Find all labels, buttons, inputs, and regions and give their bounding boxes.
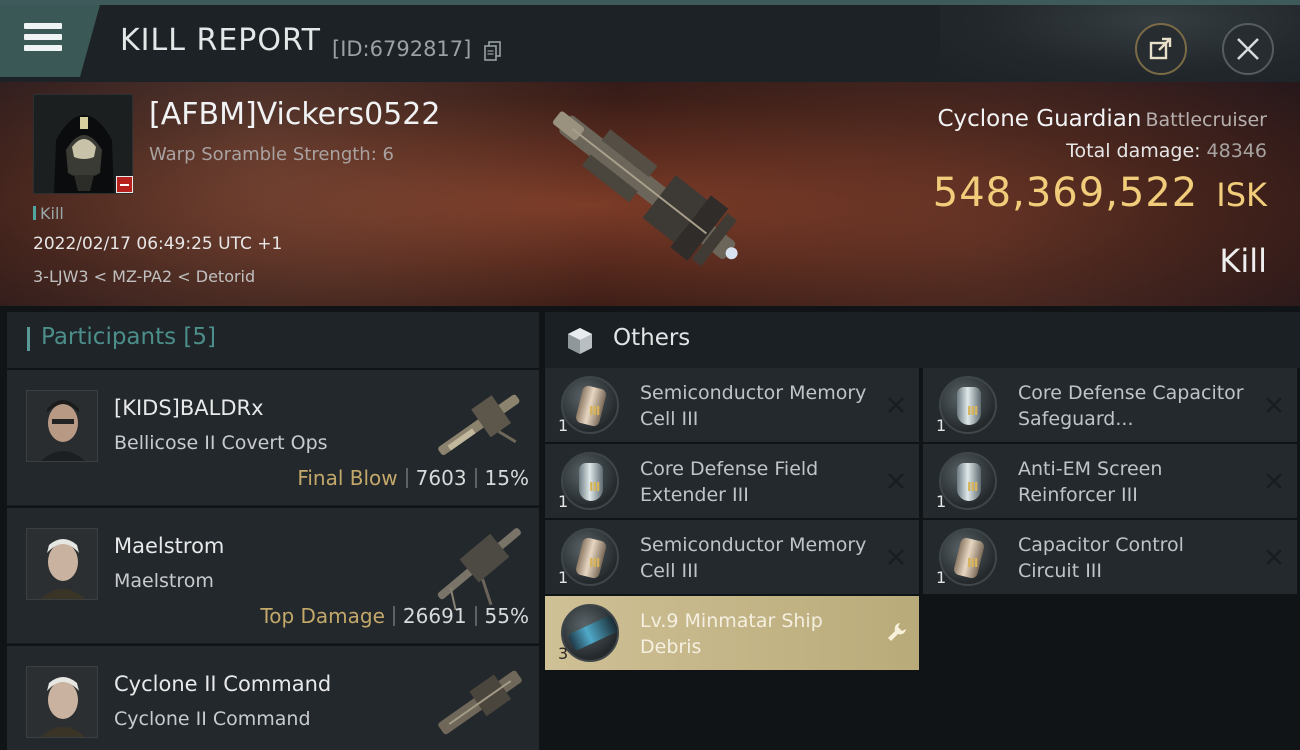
share-button[interactable] (1135, 23, 1187, 75)
participants-panel: Participants [5] [KIDS]BALDRx Bellicose … (7, 312, 539, 750)
total-damage-value: 48346 (1206, 140, 1267, 162)
item-name: Semiconductor Memory Cell III (640, 534, 867, 582)
participant-damage: 26691 (402, 604, 467, 628)
victim-banner: [AFBM]Vickers0522 Warp Soramble Strength… (0, 82, 1300, 306)
wrench-icon (888, 623, 906, 641)
victim-name[interactable]: [AFBM]Vickers0522 (149, 97, 440, 132)
participant-row[interactable]: Maelstrom Maelstrom Top Damage 26691 55% (7, 508, 539, 644)
item-name: Capacitor Control Circuit III (1018, 534, 1184, 582)
item-quantity: 1 (936, 416, 947, 435)
dropped-item[interactable]: III 1 Semiconductor Memory Cell III (545, 520, 919, 594)
item-quantity: 1 (558, 416, 569, 435)
victim-ship-line: Cyclone Guardian Battlecruiser (937, 106, 1267, 132)
total-damage-label: Total damage: (1066, 140, 1201, 162)
item-quantity: 1 (558, 492, 569, 511)
ship-debris-icon (561, 604, 619, 662)
participants-header: Participants [5] (7, 312, 539, 368)
hamburger-menu-icon[interactable] (24, 23, 64, 55)
participant-name[interactable]: [KIDS]BALDRx (114, 396, 264, 420)
item-tier: III (967, 480, 978, 494)
item-name: Semiconductor Memory Cell III (640, 382, 867, 430)
final-blow-tag: Final Blow (297, 466, 398, 490)
warp-scramble-strength: Warp Soramble Strength: 6 (149, 144, 394, 165)
kill-result: Kill (1219, 242, 1267, 280)
participant-percent: 55% (484, 604, 529, 628)
participant-ship: Cyclone II Command (114, 708, 311, 730)
dropped-item[interactable]: III 1 Capacitor Control Circuit III (923, 520, 1297, 594)
kill-datetime: 2022/02/17 06:49:25 UTC +1 (33, 234, 283, 254)
isk-unit: ISK (1216, 176, 1267, 214)
item-quantity: 3 (558, 644, 569, 663)
page-title: KILL REPORT (120, 23, 321, 58)
others-label: Others (613, 325, 691, 351)
isk-amount: 548,369,522 (932, 170, 1199, 216)
kill-location[interactable]: 3-LJW3 < MZ-PA2 < Detorid (33, 267, 255, 286)
dropped-item[interactable]: III 1 Semiconductor Memory Cell III (545, 368, 919, 442)
participant-ship-image (438, 394, 520, 456)
participant-ship: Maelstrom (114, 570, 214, 592)
participants-label: Participants (41, 324, 177, 350)
participant-damage: 7603 (415, 466, 467, 490)
destroyed-x-icon (1266, 473, 1282, 489)
item-name: Core Defense Field Extender III (640, 458, 819, 506)
destroyed-x-icon (1266, 549, 1282, 565)
kill-id: [ID:6792817] (332, 37, 472, 61)
dropped-item[interactable]: III 1 Core Defense Field Extender III (545, 444, 919, 518)
dropped-item[interactable]: III 1 Core Defense Capacitor Safeguard..… (923, 368, 1297, 442)
item-name: Lv.9 Minmatar Ship Debris (640, 610, 823, 658)
item-tier: III (589, 480, 600, 494)
battlecruiser-ship-image (552, 111, 738, 267)
destroyed-x-icon (888, 397, 904, 413)
total-damage: Total damage: 48346 (1066, 140, 1267, 162)
close-button[interactable] (1222, 23, 1274, 75)
destroyed-badge (116, 176, 133, 193)
participant-row[interactable]: Cyclone II Command Cyclone II Command (7, 646, 539, 750)
destroyed-x-icon (1266, 397, 1282, 413)
copy-icon[interactable] (484, 41, 502, 61)
victim-ship-class: Battlecruiser (1145, 109, 1267, 131)
isk-value: 548,369,522 ISK (933, 170, 1267, 216)
item-tier: III (589, 556, 600, 570)
destroyed-x-icon (888, 473, 904, 489)
item-quantity: 1 (558, 568, 569, 587)
item-quantity: 1 (936, 492, 947, 511)
kill-tag: Kill (33, 204, 64, 223)
participant-stats: Top Damage 26691 55% (260, 604, 529, 628)
participant-name[interactable]: Cyclone II Command (114, 672, 331, 696)
participant-name[interactable]: Maelstrom (114, 534, 224, 558)
top-damage-tag: Top Damage (260, 604, 385, 628)
item-name: Core Defense Capacitor Safeguard... (1018, 382, 1244, 430)
share-icon (1149, 37, 1172, 60)
participants-count: [5] (183, 324, 217, 350)
participant-percent: 15% (484, 466, 529, 490)
others-header: Others (545, 312, 1300, 368)
participant-ship-image (438, 670, 522, 735)
cube-icon (568, 328, 592, 354)
item-tier: III (589, 404, 600, 418)
participant-avatar (26, 666, 98, 738)
victim-ship-name[interactable]: Cyclone Guardian (937, 106, 1141, 132)
participant-ship-image (437, 528, 521, 610)
dropped-item-debris[interactable]: 3 Lv.9 Minmatar Ship Debris (545, 596, 919, 670)
participant-avatar (26, 390, 98, 462)
participant-stats: Final Blow 7603 15% (297, 466, 529, 490)
close-icon (1237, 38, 1259, 60)
item-name: Anti-EM Screen Reinforcer III (1018, 458, 1163, 506)
item-tier: III (967, 556, 978, 570)
top-bar: KILL REPORT [ID:6792817] (0, 0, 1300, 82)
participant-ship: Bellicose II Covert Ops (114, 432, 328, 454)
item-tier: III (967, 404, 978, 418)
kill-tag-label: Kill (40, 204, 64, 223)
dropped-item[interactable]: III 1 Anti-EM Screen Reinforcer III (923, 444, 1297, 518)
destroyed-x-icon (888, 549, 904, 565)
participant-row[interactable]: [KIDS]BALDRx Bellicose II Covert Ops Fin… (7, 370, 539, 506)
item-quantity: 1 (936, 568, 947, 587)
participant-avatar (26, 528, 98, 600)
